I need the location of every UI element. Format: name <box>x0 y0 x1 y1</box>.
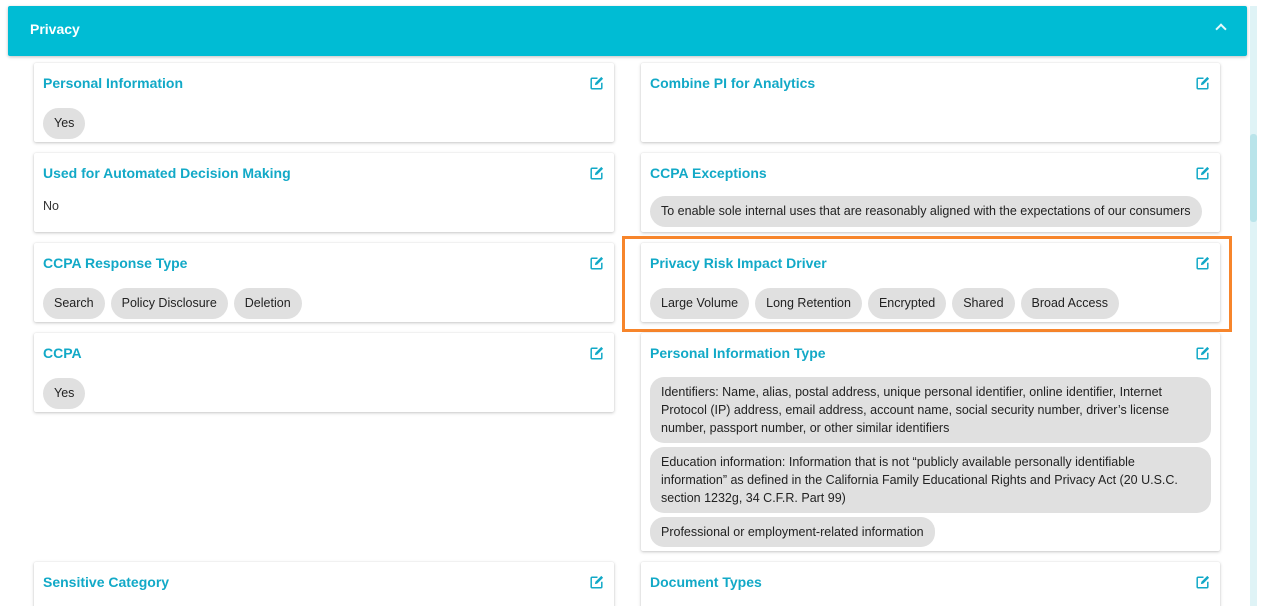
card-ccpa-exceptions: CCPA Exceptions To enable sole internal … <box>641 153 1220 232</box>
edit-icon[interactable] <box>590 256 604 270</box>
card-title: Personal Information <box>43 75 184 91</box>
card-sensitive-category: Sensitive Category <box>34 562 614 606</box>
chip: Large Volume <box>650 288 750 319</box>
chip-list: Yes <box>43 108 86 139</box>
card-title: Combine PI for Analytics <box>650 75 816 91</box>
edit-icon[interactable] <box>1196 346 1210 360</box>
scrollbar-track[interactable] <box>1250 6 1257 606</box>
chip-list: Identifiers: Name, alias, postal address… <box>650 377 1211 547</box>
privacy-section-header[interactable]: Privacy <box>8 6 1247 56</box>
card-title: Used for Automated Decision Making <box>43 165 291 181</box>
chip: Professional or employment-related infor… <box>650 517 935 547</box>
chip-list: Search Policy Disclosure Deletion <box>43 288 302 319</box>
chip: Policy Disclosure <box>110 288 228 319</box>
edit-icon[interactable] <box>1196 256 1210 270</box>
chip: Long Retention <box>755 288 862 319</box>
chip: Deletion <box>233 288 302 319</box>
chevron-up-icon[interactable] <box>1215 23 1227 35</box>
edit-icon[interactable] <box>590 575 604 589</box>
chip: Search <box>43 288 105 319</box>
edit-icon[interactable] <box>590 346 604 360</box>
chip: Shared <box>952 288 1015 319</box>
chip-list: To enable sole internal uses that are re… <box>650 196 1202 227</box>
chip: Yes <box>43 378 86 409</box>
card-title: Personal Information Type <box>650 345 826 361</box>
card-title: CCPA <box>43 345 82 361</box>
edit-icon[interactable] <box>590 76 604 90</box>
section-title: Privacy <box>30 21 80 37</box>
card-automated-decision: Used for Automated Decision Making No <box>34 153 614 232</box>
chip-list: Large Volume Long Retention Encrypted Sh… <box>650 288 1119 319</box>
scrollbar-thumb[interactable] <box>1250 134 1257 222</box>
card-document-types: Document Types <box>641 562 1220 606</box>
card-personal-information-type: Personal Information Type Identifiers: N… <box>641 333 1220 551</box>
edit-icon[interactable] <box>590 166 604 180</box>
chip: Broad Access <box>1020 288 1119 319</box>
card-privacy-risk-impact-driver: Privacy Risk Impact Driver Large Volume … <box>641 243 1220 322</box>
card-title: Privacy Risk Impact Driver <box>650 255 827 271</box>
card-value: No <box>43 199 59 213</box>
card-ccpa: CCPA Yes <box>34 333 614 412</box>
chip: To enable sole internal uses that are re… <box>650 196 1202 227</box>
card-combine-pi: Combine PI for Analytics <box>641 63 1220 142</box>
card-title: Sensitive Category <box>43 574 170 590</box>
edit-icon[interactable] <box>1196 166 1210 180</box>
edit-icon[interactable] <box>1196 76 1210 90</box>
card-title: CCPA Response Type <box>43 255 188 271</box>
chip: Yes <box>43 108 86 139</box>
card-personal-information: Personal Information Yes <box>34 63 614 142</box>
card-title: CCPA Exceptions <box>650 165 767 181</box>
chip-list: Yes <box>43 378 86 409</box>
chip: Encrypted <box>867 288 947 319</box>
card-title: Document Types <box>650 574 762 590</box>
edit-icon[interactable] <box>1196 575 1210 589</box>
chip: Education information: Information that … <box>650 447 1211 513</box>
card-ccpa-response-type: CCPA Response Type Search Policy Disclos… <box>34 243 614 322</box>
chip: Identifiers: Name, alias, postal address… <box>650 377 1211 443</box>
